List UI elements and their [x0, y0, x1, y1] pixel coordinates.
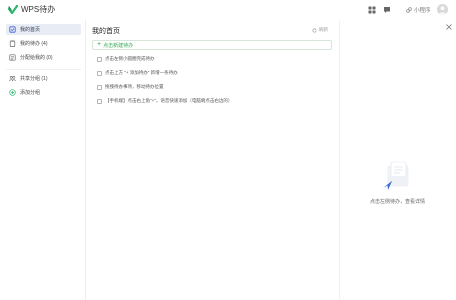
list-item[interactable]: 点击左侧小圆圈完成待办 [97, 55, 155, 63]
complete-checkbox[interactable] [97, 56, 102, 62]
sidebar-item-home[interactable]: 我的首页 [6, 24, 81, 35]
user-avatar-icon [438, 6, 447, 15]
list-item[interactable]: 拖拽待办事项，移动待办位置 [97, 83, 164, 91]
complete-checkbox[interactable] [97, 98, 102, 104]
app-title: WPS待办 [21, 5, 56, 14]
mini-program-label: 小程序 [414, 8, 431, 14]
mini-program-icon [406, 7, 412, 13]
main-panel: 我的首页 刷新 + 点击新建待办 点击左侧小圆圈完成待办 点击上方 "+ 添加待… [86, 20, 338, 300]
sidebar-divider [6, 69, 81, 70]
task-text: 【手机端】点击右上角"+"，语音快速添加（电脑端点击右边的） [105, 98, 233, 103]
sidebar-item-assigned[interactable]: 分配给我的 (0) [6, 52, 81, 63]
sidebar-item-label: 我的首页 [20, 27, 41, 33]
sidebar-item-label: 分配给我的 (0) [20, 55, 53, 61]
add-todo-placeholder: 点击新建待办 [103, 42, 134, 49]
mini-program-link[interactable]: 小程序 [406, 6, 431, 14]
complete-checkbox[interactable] [97, 84, 102, 90]
clipboard-icon [9, 40, 16, 47]
list-item[interactable]: 点击上方 "+ 添加待办" 新增一条待办 [97, 69, 178, 77]
plus-icon: + [97, 41, 102, 48]
complete-checkbox[interactable] [97, 70, 102, 76]
wps-todo-logo-icon [8, 5, 18, 15]
home-icon [9, 26, 16, 33]
title-bar: WPS待办 小程序 [0, 0, 456, 20]
refresh-button[interactable]: 刷新 [312, 27, 328, 33]
task-text: 拖拽待办事项，移动待办位置 [105, 84, 164, 89]
sidebar: 我的首页 我的待办 (4) 分配给我的 (0) 共享分组 (1) 添加分组 [0, 20, 86, 300]
empty-state-text: 点击左侧待办，查看详情 [369, 199, 425, 205]
add-todo-input[interactable]: + 点击新建待办 [92, 40, 332, 50]
user-avatar[interactable] [437, 4, 448, 15]
refresh-icon [312, 27, 317, 32]
sidebar-item-label: 共享分组 (1) [20, 76, 48, 82]
empty-document-illustration [383, 161, 409, 190]
sidebar-item-label: 添加分组 [20, 90, 41, 96]
task-text: 点击左侧小圆圈完成待办 [105, 56, 155, 61]
sidebar-item-add-group[interactable]: 添加分组 [6, 87, 81, 98]
page-title: 我的首页 [92, 28, 120, 35]
share-group-icon [9, 76, 16, 82]
refresh-label: 刷新 [319, 27, 328, 32]
task-text: 点击上方 "+ 添加待办" 新增一条待办 [105, 70, 178, 75]
plus-circle-icon [9, 89, 16, 96]
sidebar-item-my-todos[interactable]: 我的待办 (4) [6, 38, 81, 49]
close-icon[interactable] [445, 23, 453, 31]
grid-icon[interactable] [368, 6, 376, 14]
chat-icon[interactable] [383, 6, 391, 14]
list-item[interactable]: 【手机端】点击右上角"+"，语音快速添加（电脑端点击右边的） [97, 97, 232, 105]
sidebar-item-shared-group[interactable]: 共享分组 (1) [6, 73, 81, 84]
sidebar-item-label: 我的待办 (4) [20, 41, 48, 47]
assign-icon [9, 54, 16, 61]
